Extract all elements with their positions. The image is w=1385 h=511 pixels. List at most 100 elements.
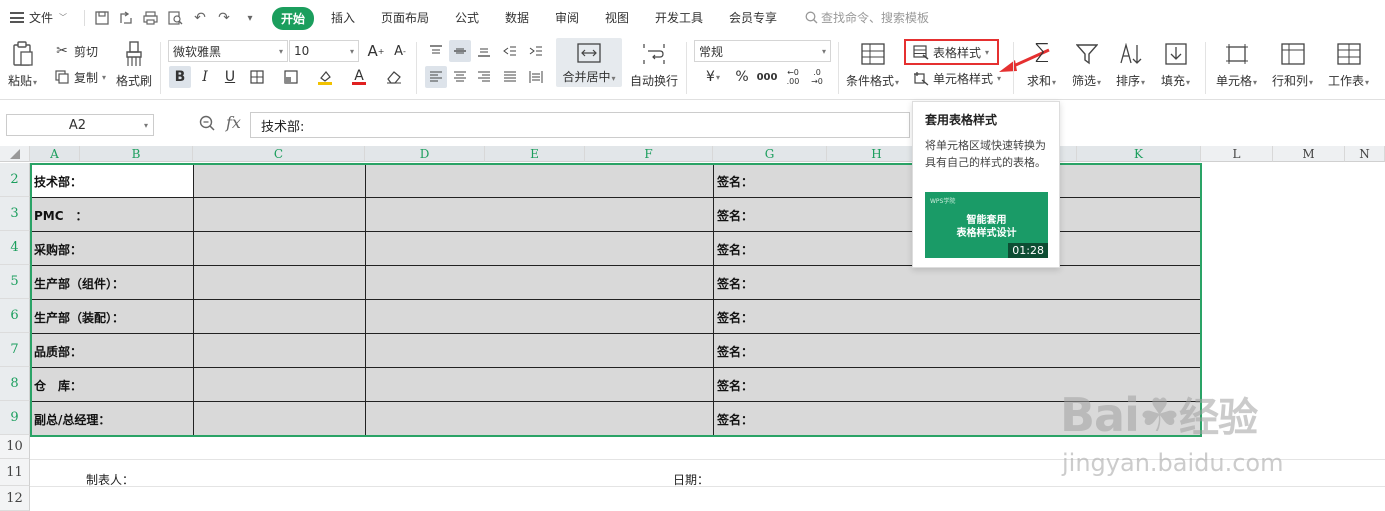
chevron-down-icon: ▾: [349, 46, 354, 56]
tab-view[interactable]: 视图: [605, 9, 629, 26]
watermark-brand-suffix: 经验: [1179, 395, 1258, 441]
align-left-icon[interactable]: [425, 66, 447, 88]
paste-label: 粘贴: [8, 74, 33, 88]
name-box-value: A2: [68, 117, 87, 133]
row-col-button[interactable]: 行和列▾: [1272, 40, 1313, 89]
outdent-icon[interactable]: [499, 40, 521, 62]
column-header-f[interactable]: F: [585, 146, 713, 162]
bold-button[interactable]: B: [169, 66, 191, 88]
align-bottom-icon[interactable]: [473, 40, 495, 62]
tab-member[interactable]: 会员专享: [729, 9, 777, 26]
cut-button[interactable]: ✂ 剪切: [53, 42, 98, 60]
tab-home[interactable]: 开始: [272, 7, 315, 30]
column-header-a[interactable]: A: [30, 146, 80, 162]
redo-icon[interactable]: ↷: [214, 8, 234, 28]
italic-button[interactable]: I: [194, 66, 216, 88]
row-header-4[interactable]: 4: [0, 231, 30, 265]
name-box[interactable]: A2 ▾: [6, 114, 154, 136]
export-icon[interactable]: [116, 8, 136, 28]
insert-function-icon[interactable]: fx: [226, 113, 241, 132]
undo-icon[interactable]: ↶: [190, 8, 210, 28]
decrease-decimal-button[interactable]: .0 →0: [806, 66, 828, 88]
font-name-select[interactable]: 微软雅黑 ▾: [168, 40, 288, 62]
justify-icon[interactable]: [499, 66, 521, 88]
row-header-5[interactable]: 5: [0, 265, 30, 299]
currency-button[interactable]: ¥ ▾: [698, 66, 728, 88]
font-color-button[interactable]: A: [348, 66, 370, 88]
cell-effect-icon[interactable]: [280, 66, 302, 88]
number-format-select[interactable]: 常规 ▾: [694, 40, 831, 62]
wrap-text-label: 自动换行: [630, 74, 679, 88]
row-header-9[interactable]: 9: [0, 401, 30, 435]
column-header-g[interactable]: G: [713, 146, 827, 162]
decrease-decimal-label: .0: [813, 68, 821, 77]
column-header-d[interactable]: D: [365, 146, 485, 162]
print-icon[interactable]: [140, 8, 160, 28]
tab-page-layout[interactable]: 页面布局: [381, 9, 429, 26]
brush-icon: [120, 40, 148, 68]
tab-formulas[interactable]: 公式: [455, 9, 479, 26]
row-header-7[interactable]: 7: [0, 333, 30, 367]
filter-button[interactable]: 筛选▾: [1072, 40, 1101, 89]
row-header-6[interactable]: 6: [0, 299, 30, 333]
row-header-3[interactable]: 3: [0, 197, 30, 231]
row-header-11[interactable]: 11: [0, 459, 30, 486]
tab-review[interactable]: 审阅: [555, 9, 579, 26]
divider: [838, 42, 839, 94]
underline-button[interactable]: U: [219, 66, 241, 88]
fill-color-icon[interactable]: [314, 66, 336, 88]
format-painter-button[interactable]: 格式刷: [116, 40, 152, 89]
divider: [1205, 42, 1206, 94]
row-header-10[interactable]: 10: [0, 435, 30, 459]
align-center-icon[interactable]: [449, 66, 471, 88]
fill-button[interactable]: 填充▾: [1161, 40, 1190, 89]
border-icon[interactable]: [246, 66, 268, 88]
command-search[interactable]: 查找命令、搜索模板: [805, 9, 929, 26]
row-header-8[interactable]: 8: [0, 367, 30, 401]
tab-developer[interactable]: 开发工具: [655, 9, 703, 26]
copy-button[interactable]: 复制 ▾: [53, 68, 106, 86]
align-top-icon[interactable]: [425, 40, 447, 62]
conditional-format-button[interactable]: 条件格式▾: [846, 40, 899, 89]
column-header-e[interactable]: E: [485, 146, 585, 162]
row-header-2[interactable]: 2: [0, 163, 30, 197]
cell-style-button[interactable]: 单元格样式 ▾: [912, 69, 1001, 87]
cell-button[interactable]: 单元格▾: [1216, 40, 1257, 89]
column-header-k[interactable]: K: [1077, 146, 1201, 162]
indent-icon[interactable]: [525, 40, 547, 62]
zoom-icon[interactable]: [199, 115, 215, 135]
eraser-icon[interactable]: [383, 66, 405, 88]
align-middle-icon[interactable]: [449, 40, 471, 62]
wrap-text-button[interactable]: 自动换行: [630, 40, 678, 89]
distributed-icon[interactable]: [525, 66, 547, 88]
increase-decimal-button[interactable]: ←0.00: [782, 66, 804, 88]
column-header-m[interactable]: M: [1273, 146, 1345, 162]
thousands-button[interactable]: 000: [756, 66, 778, 88]
worksheet-button[interactable]: 工作表▾: [1328, 40, 1369, 89]
print-preview-icon[interactable]: [165, 8, 185, 28]
tab-insert[interactable]: 插入: [331, 9, 355, 26]
sort-button[interactable]: 排序▾: [1116, 40, 1145, 89]
more-dropdown-icon[interactable]: ▾: [240, 8, 260, 28]
chevron-down-icon: ▾: [102, 72, 107, 82]
align-right-icon[interactable]: [473, 66, 495, 88]
chevron-down-icon: ▾: [1186, 78, 1191, 87]
file-menu[interactable]: 文件 ﹀: [10, 9, 67, 26]
percent-button[interactable]: %: [731, 66, 753, 88]
increase-font-icon[interactable]: A +: [365, 40, 387, 62]
save-icon[interactable]: [92, 8, 112, 28]
formula-input[interactable]: 技术部:: [250, 112, 910, 138]
sum-button[interactable]: Σ 求和▾: [1027, 39, 1056, 89]
row-header-12[interactable]: 12: [0, 486, 30, 511]
column-header-l[interactable]: L: [1201, 146, 1273, 162]
decrease-font-icon[interactable]: A-: [389, 40, 411, 62]
tab-data[interactable]: 数据: [505, 9, 529, 26]
column-header-n[interactable]: N: [1345, 146, 1385, 162]
tooltip-video-thumbnail[interactable]: WPS学院 智能套用 表格样式设计 01:28: [925, 192, 1048, 258]
merge-center-button[interactable]: 合并居中▾: [556, 38, 622, 87]
font-size-select[interactable]: 10 ▾: [289, 40, 359, 62]
column-header-b[interactable]: B: [80, 146, 193, 162]
column-header-c[interactable]: C: [193, 146, 365, 162]
paste-button[interactable]: 粘贴▾: [8, 40, 37, 89]
select-all-corner[interactable]: [0, 146, 30, 162]
